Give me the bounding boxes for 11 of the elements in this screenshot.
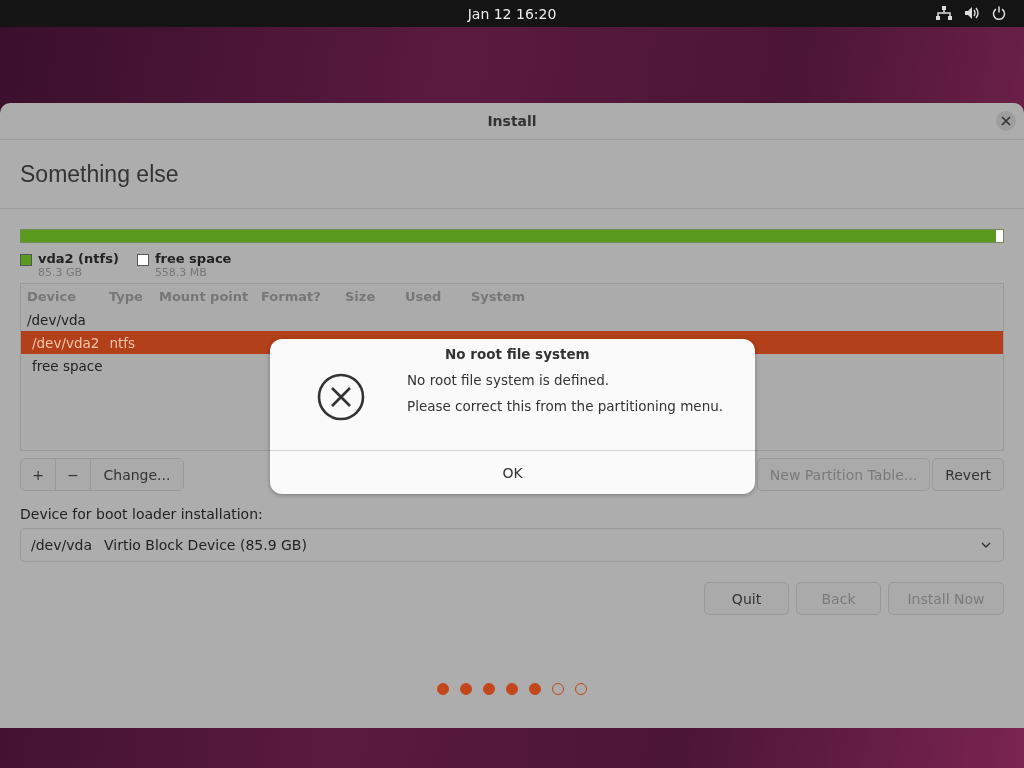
page-title: Something else — [20, 160, 179, 188]
device-cell: /dev/vda — [27, 311, 86, 328]
dialog-title: No root file system — [445, 346, 590, 362]
boot-loader-label: Device for boot loader installation: — [20, 506, 264, 522]
dialog-message: No root file system is defined. — [407, 372, 611, 388]
window-title: Install — [487, 113, 537, 129]
dialog-detail: Please correct this from the partitioning menu. — [407, 398, 724, 414]
legend-label: vda2 (ntfs) — [38, 251, 119, 266]
type-cell: ntfs — [109, 334, 136, 351]
device-cell: /dev/vda2 — [32, 334, 100, 351]
legend-label: free space — [154, 251, 232, 266]
